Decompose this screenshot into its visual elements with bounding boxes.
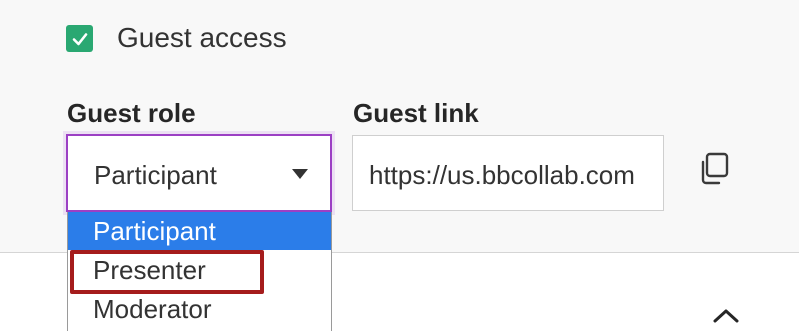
guest-role-selected-value: Participant bbox=[94, 160, 217, 190]
guest-access-checkbox[interactable] bbox=[66, 25, 93, 52]
checkmark-icon bbox=[72, 32, 87, 45]
guest-link-value: https://us.bbcollab.com bbox=[369, 160, 635, 190]
option-moderator[interactable]: Moderator bbox=[68, 290, 331, 328]
chevron-up-icon[interactable] bbox=[712, 308, 740, 324]
copy-icon[interactable] bbox=[697, 151, 733, 187]
caret-down-icon bbox=[292, 169, 308, 179]
guest-link-field[interactable]: https://us.bbcollab.com bbox=[352, 135, 664, 211]
guest-link-label: Guest link bbox=[353, 98, 479, 128]
option-participant[interactable]: Participant bbox=[68, 212, 331, 250]
guest-role-label: Guest role bbox=[67, 98, 196, 128]
guest-access-label: Guest access bbox=[117, 22, 287, 53]
guest-role-select[interactable]: Participant bbox=[66, 134, 332, 212]
annotation-highlight-box bbox=[70, 250, 264, 294]
